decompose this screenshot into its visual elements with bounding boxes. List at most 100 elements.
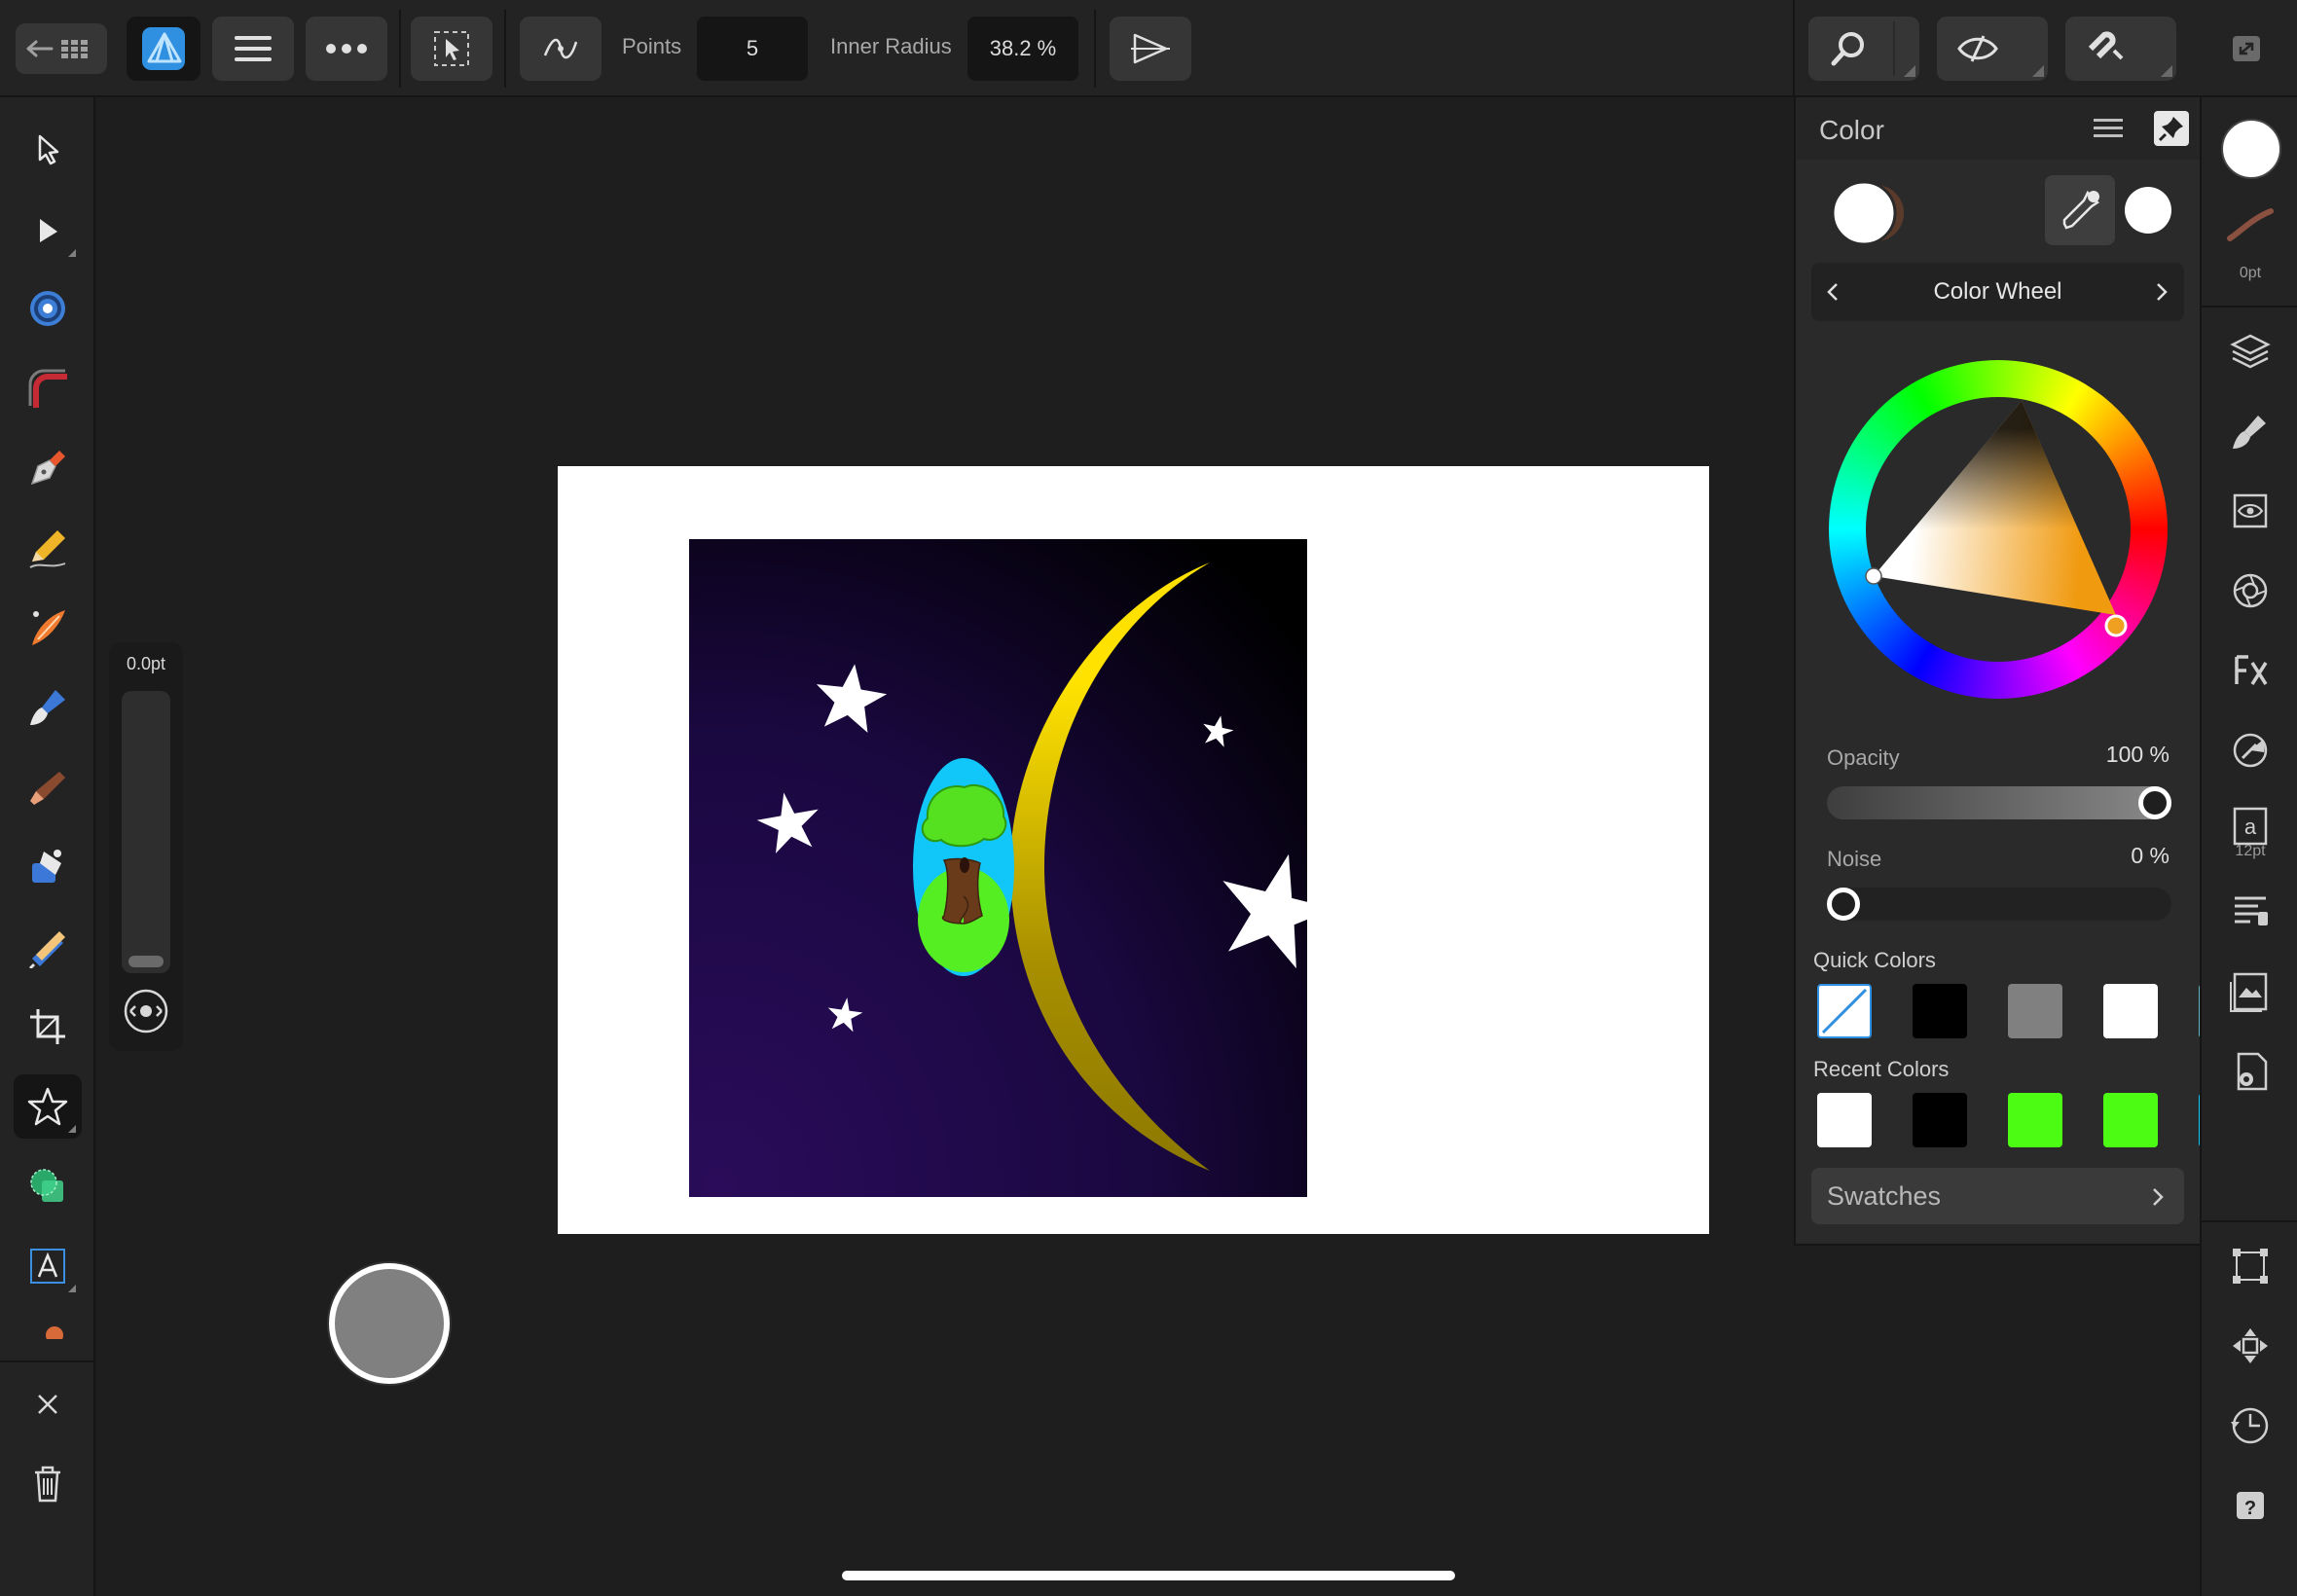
opacity-label: Opacity — [1827, 745, 1900, 770]
magnifier-icon — [1831, 32, 1864, 66]
fullscreen-toggle-button[interactable] — [2227, 32, 2266, 65]
pencil-tool[interactable] — [14, 516, 82, 580]
help-button[interactable]: ? — [2226, 1481, 2275, 1530]
fill-stroke-selector[interactable] — [1829, 179, 1907, 247]
points-field[interactable]: 5 — [697, 17, 808, 81]
no-color-icon — [1821, 988, 1868, 1034]
toolbar-divider — [1094, 10, 1096, 88]
brush-stroke-icon — [2227, 208, 2274, 241]
snap-magnet-button[interactable] — [2065, 17, 2176, 81]
convert-to-curves-button[interactable] — [520, 17, 602, 81]
recent-color-swatch[interactable] — [2103, 1093, 2158, 1147]
opacity-value[interactable]: 100 % — [2049, 742, 2169, 768]
export-settings-studio-button[interactable] — [2226, 1047, 2275, 1096]
vector-brush-icon — [32, 610, 65, 645]
select-object-button[interactable] — [411, 17, 492, 81]
corner-tool[interactable] — [14, 356, 82, 420]
vector-crop-tool[interactable] — [14, 995, 82, 1059]
color-mode-selector[interactable]: Color Wheel — [1811, 263, 2184, 321]
fx-icon — [2235, 655, 2268, 685]
move-tool[interactable] — [14, 117, 82, 181]
inner-radius-field[interactable]: 38.2 % — [967, 17, 1078, 81]
noise-slider-thumb[interactable] — [1827, 888, 1860, 921]
command-controller-button[interactable] — [329, 1263, 450, 1384]
history-studio-button[interactable] — [2226, 1401, 2275, 1450]
effects-studio-button[interactable] — [2226, 566, 2275, 615]
move-tool-icon — [38, 134, 59, 165]
opacity-slider[interactable] — [1827, 786, 2171, 819]
brush-peek-icon — [46, 1326, 63, 1339]
pen-tool-icon — [30, 451, 65, 486]
back-to-documents-button[interactable] — [16, 23, 107, 74]
picked-color-swatch[interactable] — [2125, 187, 2171, 234]
transform-studio-button[interactable] — [2226, 1242, 2275, 1290]
artistic-text-tool[interactable] — [14, 1234, 82, 1298]
stock-studio-button[interactable] — [2226, 967, 2275, 1016]
eye-icon — [1957, 35, 1998, 62]
paragraph-studio-button[interactable] — [2226, 888, 2275, 936]
brushes-studio-button[interactable] — [2226, 407, 2275, 455]
node-tool[interactable] — [14, 199, 82, 263]
more-options-button[interactable] — [306, 17, 387, 81]
stroke-width-value: 0.0pt — [126, 654, 166, 673]
boolean-tool[interactable] — [14, 1154, 82, 1218]
artboard[interactable] — [558, 466, 1709, 1234]
noise-value[interactable]: 0 % — [2049, 843, 2169, 869]
layers-studio-button[interactable] — [2226, 327, 2275, 376]
toolbar-divider — [504, 10, 506, 88]
recent-color-swatch[interactable] — [2008, 1093, 2062, 1147]
expand-icon — [2233, 36, 2260, 61]
navigator-studio-button[interactable] — [2226, 1322, 2275, 1370]
styles-studio-button[interactable] — [2226, 726, 2275, 775]
vector-brush-tool[interactable] — [14, 596, 82, 660]
hue-handle[interactable] — [2104, 614, 2128, 637]
next-mode-button[interactable] — [2152, 278, 2171, 306]
opacity-slider-thumb[interactable] — [2138, 786, 2171, 819]
more-tools-indicator[interactable] — [39, 1320, 68, 1339]
close-button[interactable] — [14, 1372, 82, 1436]
delete-button[interactable] — [14, 1452, 82, 1516]
slider-mode-toggle[interactable] — [123, 988, 169, 1034]
swatches-chevron — [2148, 1183, 2168, 1211]
recent-color-swatch[interactable] — [1913, 1093, 1967, 1147]
quick-color-swatch[interactable] — [2008, 984, 2062, 1038]
color-picker-button[interactable] — [2045, 175, 2115, 245]
fill-color-well[interactable] — [2221, 119, 2281, 179]
pin-panel-button[interactable] — [2154, 111, 2189, 146]
quick-color-swatch[interactable] — [1913, 984, 1967, 1038]
artwork[interactable] — [558, 466, 1709, 1234]
panel-menu-button[interactable] — [2092, 115, 2125, 142]
quick-color-swatch[interactable] — [1817, 984, 1872, 1038]
stroke-color-well[interactable] — [2226, 200, 2275, 249]
hue-ring[interactable] — [1829, 360, 2168, 699]
boolean-icon — [30, 1169, 63, 1202]
saturation-triangle[interactable] — [1829, 360, 2168, 699]
pencil-tool-icon — [29, 530, 66, 568]
appearance-studio-button[interactable] — [2226, 487, 2275, 535]
quick-color-swatch[interactable] — [2103, 984, 2158, 1038]
fill-tool[interactable] — [14, 755, 82, 819]
designer-persona-button[interactable] — [127, 17, 201, 81]
color-studio-panel: Color Color Wheel Opacity 100 % Noise 0 … — [1794, 97, 2253, 1246]
menu-button[interactable] — [212, 17, 294, 81]
pin-icon — [2158, 117, 2183, 142]
stroke-width-track[interactable] — [122, 691, 170, 973]
swatches-button[interactable]: Swatches — [1811, 1168, 2184, 1224]
hamburger-icon — [2094, 119, 2123, 137]
stroke-width-thumb[interactable] — [128, 956, 164, 967]
top-toolbar: Points 5 Inner Radius 38.2 % — [0, 0, 2297, 97]
place-image-tool[interactable] — [14, 915, 82, 979]
contour-tool-icon — [30, 291, 65, 326]
fx-studio-button[interactable] — [2226, 646, 2275, 695]
pixel-brush-tool[interactable] — [14, 675, 82, 740]
contour-tool[interactable] — [14, 276, 82, 341]
zoom-button[interactable] — [1808, 17, 1919, 81]
snapping-button[interactable] — [1110, 17, 1191, 81]
transparency-tool[interactable] — [14, 835, 82, 899]
noise-slider[interactable] — [1827, 888, 2171, 921]
color-picker-handle[interactable] — [1865, 567, 1882, 585]
recent-color-swatch[interactable] — [1817, 1093, 1872, 1147]
pen-tool[interactable] — [14, 436, 82, 500]
star-tool[interactable] — [14, 1074, 82, 1139]
view-mode-button[interactable] — [1937, 17, 2048, 81]
